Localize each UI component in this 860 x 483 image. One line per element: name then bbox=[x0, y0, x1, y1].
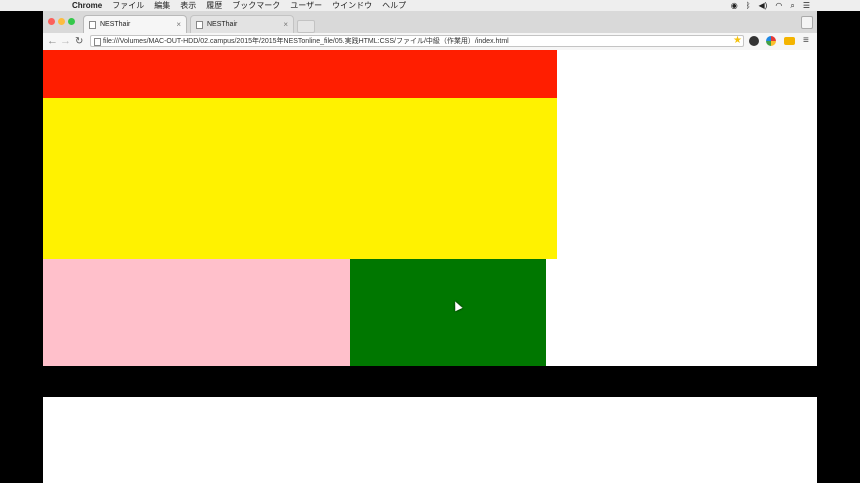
menu-people[interactable]: ユーザー bbox=[290, 0, 322, 11]
extension-color-icon[interactable] bbox=[766, 36, 776, 46]
close-tab-icon[interactable]: × bbox=[283, 16, 288, 34]
extension-icon[interactable] bbox=[749, 36, 759, 46]
page-icon bbox=[89, 21, 96, 29]
menu-list: Chrome ファイル 編集 表示 履歴 ブックマーク ユーザー ウインドウ ヘ… bbox=[72, 0, 406, 11]
menu-window[interactable]: ウインドウ bbox=[332, 0, 372, 11]
extension-folder-icon[interactable] bbox=[784, 37, 795, 45]
status-icons: ◉ ᛒ ◀) ◠ ⌕ ☰ bbox=[731, 0, 810, 11]
search-icon[interactable]: ⌕ bbox=[790, 0, 794, 11]
tab-inactive[interactable]: NESThair × bbox=[190, 15, 294, 33]
url-text: file:///Volumes/MAC-OUT-HDD/02.campus/20… bbox=[103, 38, 509, 45]
menu-bookmarks[interactable]: ブックマーク bbox=[232, 0, 280, 11]
profile-button[interactable] bbox=[801, 16, 813, 29]
page-icon bbox=[196, 21, 203, 29]
close-window-button[interactable] bbox=[48, 18, 55, 25]
tab-title: NESThair bbox=[207, 21, 238, 28]
close-tab-icon[interactable]: × bbox=[176, 16, 181, 34]
reload-button[interactable]: ↻ bbox=[75, 34, 83, 49]
menu-file[interactable]: ファイル bbox=[112, 0, 144, 11]
back-button[interactable]: ← bbox=[47, 34, 58, 49]
page-viewport bbox=[43, 50, 817, 366]
page-icon bbox=[94, 38, 101, 46]
yellow-box bbox=[43, 98, 557, 259]
forward-button[interactable]: → bbox=[60, 34, 71, 49]
address-bar[interactable]: file:///Volumes/MAC-OUT-HDD/02.campus/20… bbox=[90, 35, 744, 47]
black-band bbox=[43, 366, 817, 397]
menu-help[interactable]: ヘルプ bbox=[382, 0, 406, 11]
record-icon[interactable]: ◉ bbox=[731, 0, 738, 11]
chrome-menu-icon[interactable]: ≡ bbox=[803, 33, 809, 49]
lower-white-area bbox=[43, 397, 817, 483]
browser-window: NESThair × NESThair × ← → ↻ file:///Volu… bbox=[43, 11, 817, 483]
tab-active[interactable]: NESThair × bbox=[83, 15, 187, 33]
red-box bbox=[43, 50, 557, 98]
menu-app-name[interactable]: Chrome bbox=[72, 0, 102, 11]
bluetooth-icon[interactable]: ᛒ bbox=[746, 0, 751, 11]
green-box bbox=[350, 259, 546, 366]
new-tab-button[interactable] bbox=[297, 20, 315, 33]
notification-center-icon[interactable]: ☰ bbox=[803, 0, 810, 11]
tab-title: NESThair bbox=[100, 21, 131, 28]
minimize-window-button[interactable] bbox=[58, 18, 65, 25]
pink-box bbox=[43, 259, 350, 366]
wifi-icon[interactable]: ◠ bbox=[775, 0, 782, 11]
bookmark-star-icon[interactable]: ★ bbox=[733, 34, 742, 48]
browser-toolbar: ← → ↻ file:///Volumes/MAC-OUT-HDD/02.cam… bbox=[43, 33, 817, 51]
tab-strip: NESThair × NESThair × bbox=[43, 11, 817, 33]
macos-menu-bar: Chrome ファイル 編集 表示 履歴 ブックマーク ユーザー ウインドウ ヘ… bbox=[0, 0, 860, 11]
menu-edit[interactable]: 編集 bbox=[154, 0, 170, 11]
menu-history[interactable]: 履歴 bbox=[206, 0, 222, 11]
volume-icon[interactable]: ◀) bbox=[759, 0, 768, 11]
menu-view[interactable]: 表示 bbox=[180, 0, 196, 11]
zoom-window-button[interactable] bbox=[68, 18, 75, 25]
